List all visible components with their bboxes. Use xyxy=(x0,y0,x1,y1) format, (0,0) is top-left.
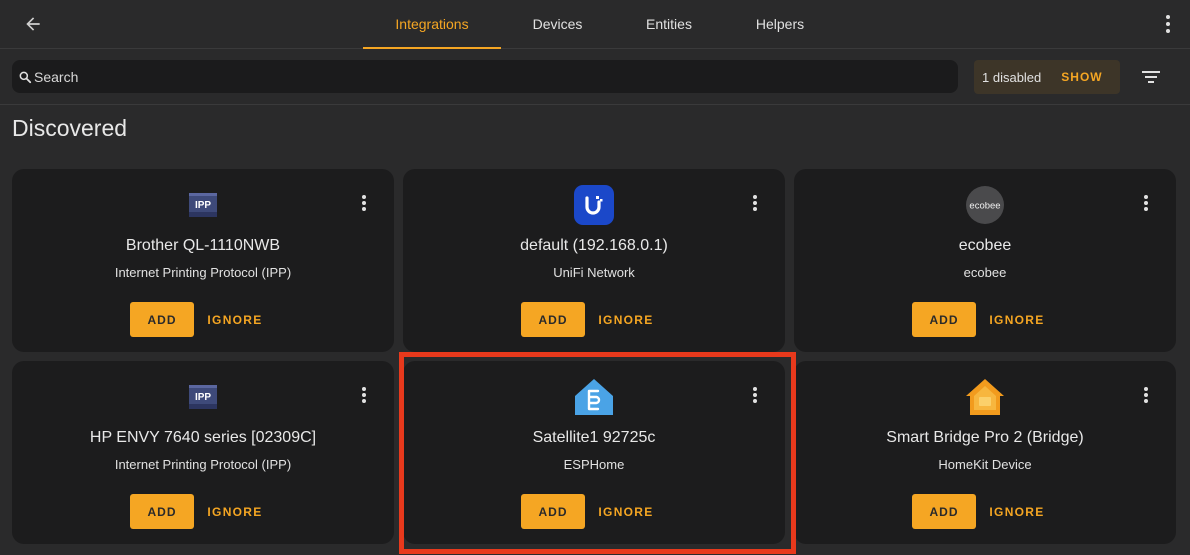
tab-integrations[interactable]: Integrations xyxy=(363,0,501,49)
more-vert-icon xyxy=(362,387,366,391)
add-button[interactable]: ADD xyxy=(130,302,194,337)
ignore-button[interactable]: IGNORE xyxy=(595,494,657,529)
ignore-button[interactable]: IGNORE xyxy=(204,494,266,529)
overflow-menu-button[interactable] xyxy=(1160,12,1176,36)
svg-text:IPP: IPP xyxy=(195,392,211,403)
ignore-button[interactable]: IGNORE xyxy=(986,494,1048,529)
add-button[interactable]: ADD xyxy=(130,494,194,529)
unifi-logo-icon xyxy=(574,185,614,225)
more-vert-icon xyxy=(1144,195,1148,199)
card-title: Brother QL-1110NWB xyxy=(125,237,281,254)
more-vert-icon xyxy=(362,195,366,199)
add-button[interactable]: ADD xyxy=(912,302,976,337)
discovered-card: IPP Brother QL-1110NWB Internet Printing… xyxy=(12,169,394,352)
tab-helpers[interactable]: Helpers xyxy=(734,0,826,48)
disabled-filter-chip: 1 disabled SHOW xyxy=(974,60,1120,94)
card-title: ecobee xyxy=(958,237,1012,254)
ipp-logo-icon: IPP xyxy=(183,377,223,417)
tab-integrations-label: Integrations xyxy=(395,16,469,32)
arrow-left-icon xyxy=(26,17,40,31)
discovered-card: Smart Bridge Pro 2 (Bridge) HomeKit Devi… xyxy=(794,361,1176,544)
section-title-discovered: Discovered xyxy=(12,115,128,141)
more-vert-icon xyxy=(753,195,757,199)
tab-helpers-label: Helpers xyxy=(755,16,805,32)
card-subtitle: Internet Printing Protocol (IPP) xyxy=(114,265,292,280)
tab-devices[interactable]: Devices xyxy=(510,0,605,48)
show-disabled-button[interactable]: SHOW xyxy=(1061,70,1102,84)
more-vert-icon xyxy=(1144,387,1148,391)
disabled-count-text: 1 disabled xyxy=(982,69,1042,85)
search-icon xyxy=(17,69,33,85)
card-title: Satellite1 92725c xyxy=(532,429,656,446)
card-menu-button[interactable] xyxy=(750,385,760,405)
homekit-logo-icon xyxy=(965,377,1005,417)
search-input[interactable] xyxy=(33,68,934,85)
back-button[interactable] xyxy=(18,9,48,39)
card-menu-button[interactable] xyxy=(1141,385,1151,405)
top-app-bar: Integrations Devices Entities Helpers xyxy=(0,0,1190,49)
svg-text:ecobee: ecobee xyxy=(969,201,1000,212)
discovered-card: ecobee ecobee ecobee ADD IGNORE xyxy=(794,169,1176,352)
search-toolbar: 1 disabled SHOW xyxy=(0,49,1190,105)
add-button[interactable]: ADD xyxy=(521,494,585,529)
card-subtitle: Internet Printing Protocol (IPP) xyxy=(114,457,292,472)
add-button[interactable]: ADD xyxy=(521,302,585,337)
card-subtitle: ecobee xyxy=(963,265,1007,280)
esphome-logo-icon xyxy=(574,377,614,417)
discovered-card: default (192.168.0.1) UniFi Network ADD … xyxy=(403,169,785,352)
more-vert-icon xyxy=(753,387,757,391)
card-menu-button[interactable] xyxy=(359,385,369,405)
card-title: HP ENVY 7640 series [02309C] xyxy=(89,429,317,446)
card-menu-button[interactable] xyxy=(1141,193,1151,213)
search-box xyxy=(12,60,958,93)
card-menu-button[interactable] xyxy=(750,193,760,213)
card-menu-button[interactable] xyxy=(359,193,369,213)
card-title: Smart Bridge Pro 2 (Bridge) xyxy=(886,429,1084,446)
ignore-button[interactable]: IGNORE xyxy=(204,302,266,337)
card-subtitle: HomeKit Device xyxy=(938,457,1032,472)
discovered-card: IPP HP ENVY 7640 series [02309C] Interne… xyxy=(12,361,394,544)
svg-text:IPP: IPP xyxy=(195,200,211,211)
filter-list-icon xyxy=(1142,71,1160,83)
filter-button[interactable] xyxy=(1140,68,1162,86)
tab-entities-label: Entities xyxy=(646,16,692,32)
tab-entities[interactable]: Entities xyxy=(622,0,716,48)
card-subtitle: ESPHome xyxy=(563,457,625,472)
add-button[interactable]: ADD xyxy=(912,494,976,529)
card-title: default (192.168.0.1) xyxy=(520,237,668,254)
ignore-button[interactable]: IGNORE xyxy=(986,302,1048,337)
discovered-card: Satellite1 92725c ESPHome ADD IGNORE xyxy=(403,361,785,544)
ipp-logo-icon: IPP xyxy=(183,185,223,225)
ecobee-logo-icon: ecobee xyxy=(965,185,1005,225)
more-vert-icon xyxy=(1166,15,1170,19)
tab-devices-label: Devices xyxy=(532,16,583,32)
card-subtitle: UniFi Network xyxy=(553,265,635,280)
ignore-button[interactable]: IGNORE xyxy=(595,302,657,337)
